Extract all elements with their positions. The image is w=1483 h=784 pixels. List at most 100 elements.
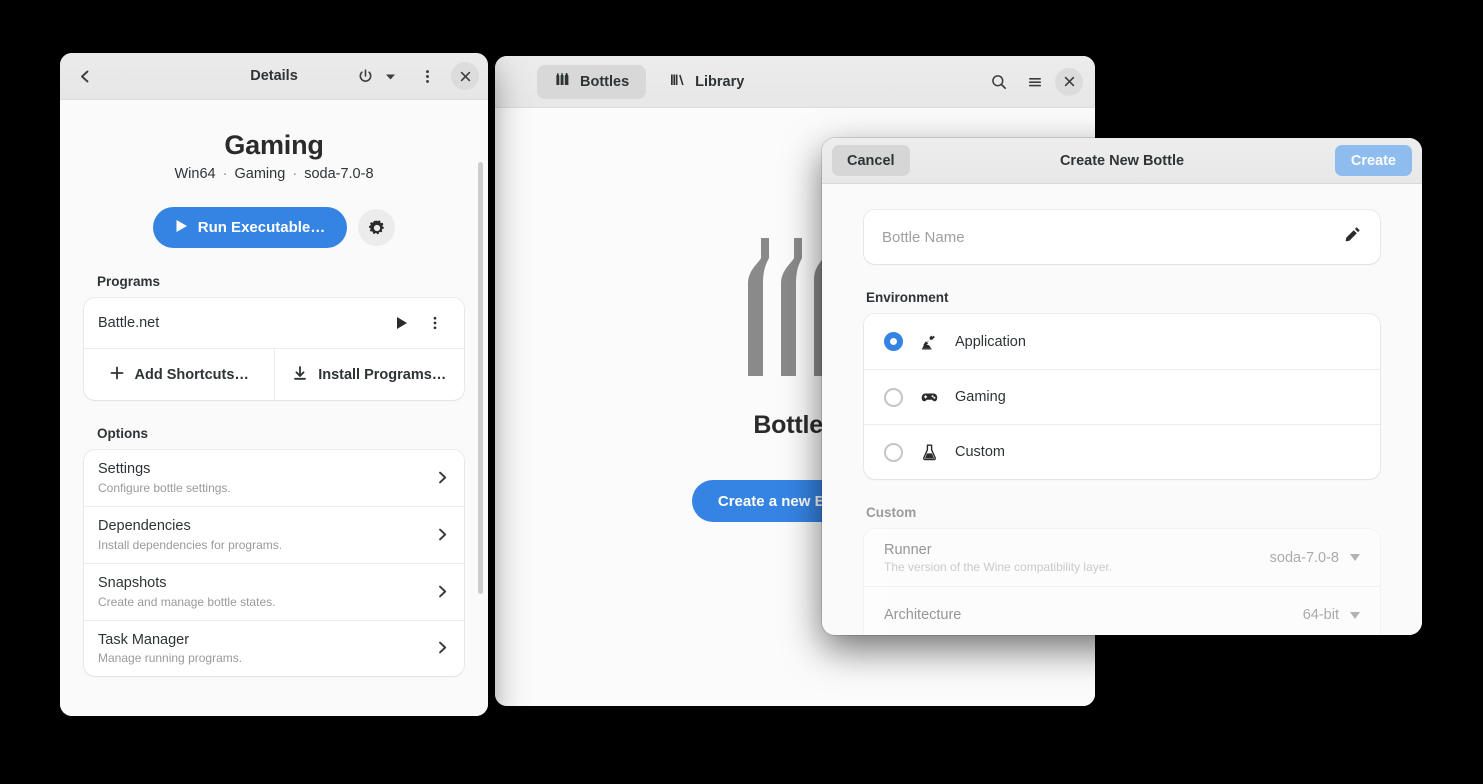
- search-icon[interactable]: [983, 66, 1015, 98]
- run-executable-label: Run Executable…: [198, 219, 326, 236]
- environment-section-label: Environment: [866, 290, 1380, 305]
- options-section-label: Options: [97, 426, 464, 441]
- bottle-arch: Win64: [174, 166, 215, 182]
- view-switcher: Bottles Library: [537, 65, 761, 99]
- gamepad-icon: [919, 388, 939, 407]
- radio-application[interactable]: [884, 332, 903, 351]
- bottle-name-field[interactable]: [864, 210, 1380, 264]
- run-executable-button[interactable]: Run Executable…: [153, 207, 348, 248]
- bottle-runner: soda-7.0-8: [304, 166, 373, 182]
- custom-card: Runner The version of the Wine compatibi…: [864, 529, 1380, 635]
- env-option-application[interactable]: Application: [864, 314, 1380, 369]
- runner-dropdown[interactable]: soda-7.0-8: [1270, 550, 1360, 566]
- close-icon[interactable]: [451, 62, 479, 90]
- custom-section-label: Custom: [866, 505, 1380, 520]
- play-icon: [175, 219, 188, 237]
- option-description: Install dependencies for programs.: [98, 538, 435, 552]
- add-shortcuts-label: Add Shortcuts…: [135, 367, 249, 383]
- bottle-details-window: Details: [60, 53, 488, 716]
- bottle-environment: Gaming: [235, 166, 286, 182]
- dialog-headerbar: Cancel Create New Bottle Create: [822, 138, 1422, 184]
- option-text: Dependencies Install dependencies for pr…: [98, 517, 435, 552]
- close-icon[interactable]: [1055, 68, 1083, 96]
- option-row-settings[interactable]: Settings Configure bottle settings.: [84, 450, 464, 506]
- list-item[interactable]: Battle.net: [84, 298, 464, 348]
- environment-card: Application Gaming: [864, 314, 1380, 479]
- chevron-down-icon: [1350, 612, 1360, 619]
- back-chevron-icon[interactable]: [69, 60, 101, 92]
- details-headerbar: Details: [60, 53, 488, 100]
- screen: Bottles Library: [0, 0, 1483, 784]
- custom-description: The version of the Wine compatibility la…: [884, 560, 1270, 574]
- application-tools-icon: [919, 332, 939, 351]
- chevron-right-icon: [435, 470, 450, 485]
- option-title: Dependencies: [98, 517, 435, 536]
- custom-row-architecture[interactable]: Architecture 64-bit: [864, 586, 1380, 635]
- dialog-title: Create New Bottle: [822, 153, 1422, 169]
- page-title: Gaming: [84, 130, 464, 161]
- custom-title: Runner: [884, 542, 1270, 558]
- separator-dot: ·: [289, 166, 300, 182]
- custom-text: Runner The version of the Wine compatibi…: [884, 542, 1270, 574]
- architecture-value: 64-bit: [1303, 607, 1339, 623]
- kebab-menu-icon[interactable]: [420, 308, 450, 338]
- power-icon[interactable]: [353, 60, 377, 92]
- option-row-task-manager[interactable]: Task Manager Manage running programs.: [84, 620, 464, 677]
- option-text: Settings Configure bottle settings.: [98, 460, 435, 495]
- option-description: Create and manage bottle states.: [98, 595, 435, 609]
- gear-icon[interactable]: [358, 209, 395, 246]
- plus-icon: [109, 365, 125, 385]
- radio-gaming[interactable]: [884, 388, 903, 407]
- chevron-down-icon[interactable]: [379, 60, 401, 92]
- option-title: Settings: [98, 460, 435, 479]
- option-title: Snapshots: [98, 574, 435, 593]
- options-card: Settings Configure bottle settings. Depe…: [84, 450, 464, 676]
- dialog-content: Environment Application: [822, 184, 1422, 635]
- tab-bottles[interactable]: Bottles: [537, 65, 646, 99]
- cancel-button[interactable]: Cancel: [832, 145, 910, 176]
- custom-title: Architecture: [884, 607, 1303, 623]
- architecture-dropdown[interactable]: 64-bit: [1303, 607, 1360, 623]
- details-content: Gaming Win64 · Gaming · soda-7.0-8 Run E…: [60, 100, 488, 716]
- pencil-icon[interactable]: [1343, 225, 1362, 249]
- details-header-actions: [353, 60, 479, 92]
- env-option-custom[interactable]: Custom: [864, 424, 1380, 479]
- create-button[interactable]: Create: [1335, 145, 1412, 176]
- kebab-menu-icon[interactable]: [411, 60, 443, 92]
- chevron-right-icon: [435, 584, 450, 599]
- custom-text: Architecture: [884, 607, 1303, 623]
- hamburger-menu-icon[interactable]: [1019, 66, 1051, 98]
- play-icon[interactable]: [386, 308, 416, 338]
- option-description: Manage running programs.: [98, 651, 435, 665]
- install-programs-label: Install Programs…: [318, 367, 446, 383]
- tab-library[interactable]: Library: [652, 65, 761, 99]
- env-option-gaming[interactable]: Gaming: [864, 369, 1380, 424]
- option-title: Task Manager: [98, 631, 435, 650]
- bottles-icon: [554, 71, 571, 92]
- program-actions: [386, 308, 450, 338]
- custom-row-runner[interactable]: Runner The version of the Wine compatibi…: [864, 529, 1380, 586]
- main-headerbar: Bottles Library: [495, 56, 1095, 108]
- library-icon: [669, 71, 686, 92]
- main-header-actions: [983, 66, 1083, 98]
- env-label-gaming: Gaming: [955, 389, 1006, 405]
- option-row-snapshots[interactable]: Snapshots Create and manage bottle state…: [84, 563, 464, 620]
- add-shortcuts-button[interactable]: Add Shortcuts…: [84, 349, 274, 400]
- chevron-right-icon: [435, 640, 450, 655]
- runner-value: soda-7.0-8: [1270, 550, 1339, 566]
- programs-footer-actions: Add Shortcuts… Install Programs…: [84, 348, 464, 400]
- download-icon: [292, 365, 308, 385]
- flask-icon: [919, 443, 939, 462]
- radio-custom[interactable]: [884, 443, 903, 462]
- bottle-subtitle: Win64 · Gaming · soda-7.0-8: [84, 166, 464, 182]
- install-programs-button[interactable]: Install Programs…: [274, 349, 465, 400]
- option-text: Task Manager Manage running programs.: [98, 631, 435, 666]
- bottle-name-input[interactable]: [882, 229, 1343, 246]
- env-label-application: Application: [955, 334, 1026, 350]
- chevron-right-icon: [435, 527, 450, 542]
- tab-bottles-label: Bottles: [580, 74, 629, 90]
- option-row-dependencies[interactable]: Dependencies Install dependencies for pr…: [84, 506, 464, 563]
- program-name: Battle.net: [98, 315, 386, 331]
- details-scrollbar[interactable]: [478, 162, 483, 594]
- chevron-down-icon: [1350, 554, 1360, 561]
